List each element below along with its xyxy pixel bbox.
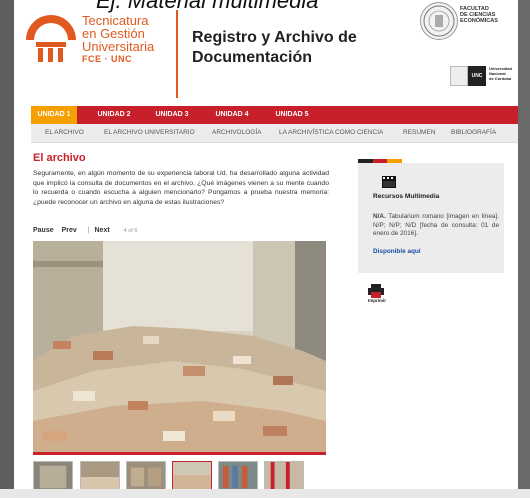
page: Ej. Material multimedia Tecnicatura en G… bbox=[14, 0, 518, 498]
photo-underline bbox=[33, 452, 326, 455]
subnav-el-archivo-universitario[interactable]: EL ARCHIVO UNIVERSITARIO bbox=[104, 124, 195, 142]
faculty-label: FACULTAD DE CIENCIAS ECONÓMICAS bbox=[460, 6, 498, 24]
unc-sub-line-3: de Córdoba bbox=[489, 76, 512, 81]
tab-unidad-1[interactable]: UNIDAD 1 bbox=[31, 106, 77, 124]
prev-button[interactable]: Prev bbox=[62, 227, 77, 234]
unc-logo: UNC Universidad Nacional de Córdoba bbox=[450, 66, 518, 86]
seal-icon bbox=[420, 2, 458, 40]
pause-button[interactable]: Pause bbox=[33, 227, 54, 234]
slide-counter: 4 of 6 bbox=[123, 228, 138, 234]
faculty-line-3: ECONÓMICAS bbox=[460, 18, 498, 24]
logo-text: Tecnicatura en Gestión Universitaria FCE… bbox=[82, 14, 154, 66]
tab-unidad-3[interactable]: UNIDAD 3 bbox=[149, 106, 195, 124]
multimedia-description: N/A. Tabularium romano [imagen en línea]… bbox=[373, 213, 499, 239]
disponible-link[interactable]: Disponible aquí bbox=[373, 248, 421, 255]
print-icon[interactable] bbox=[368, 284, 384, 298]
sub-nav: EL ARCHIVO EL ARCHIVO UNIVERSITARIO ARCH… bbox=[31, 124, 518, 143]
subnav-el-archivo[interactable]: EL ARCHIVO bbox=[45, 124, 84, 142]
right-edge-band bbox=[518, 0, 530, 498]
tab-unidad-4[interactable]: UNIDAD 4 bbox=[209, 106, 255, 124]
logo-line-3: Universitaria bbox=[82, 39, 155, 54]
intro-paragraph: Seguramente, en algún momento de su expe… bbox=[33, 170, 329, 206]
slideshow-controls: Pause Prev | Next 4 of 6 bbox=[33, 227, 137, 234]
print-label[interactable]: Imprimir bbox=[368, 298, 386, 303]
slide-caption: Ej. Material multimedia bbox=[96, 0, 319, 13]
description-text: Tabularium romano [imagen en línea]. N/P… bbox=[373, 213, 499, 238]
subnav-archivistica-como-ciencia[interactable]: LA ARCHIVÍSTICA COMO CIENCIA bbox=[279, 124, 383, 142]
left-edge-band bbox=[0, 0, 14, 498]
controls-separator: | bbox=[87, 227, 90, 234]
video-icon bbox=[382, 176, 396, 188]
tab-unidad-2[interactable]: UNIDAD 2 bbox=[91, 106, 137, 124]
unc-mark: UNC bbox=[468, 66, 486, 86]
logo-subtitle: FCE · UNC bbox=[82, 54, 132, 64]
subnav-bibliografia[interactable]: BIBLIOGRAFÍA bbox=[451, 124, 496, 142]
multimedia-title: Recursos Multimedia bbox=[373, 193, 440, 200]
description-lead: N/A. bbox=[373, 213, 386, 220]
logo-icon bbox=[26, 15, 76, 62]
archive-photo bbox=[33, 241, 326, 452]
unc-crest-icon bbox=[450, 66, 468, 86]
header-divider bbox=[176, 10, 178, 98]
subnav-archivologia[interactable]: ARCHIVOLOGÍA bbox=[212, 124, 261, 142]
next-button[interactable]: Next bbox=[95, 227, 110, 234]
page-heading: El archivo bbox=[33, 152, 86, 164]
site-title: Registro y Archivo de Documentación bbox=[192, 29, 357, 66]
main-nav: UNIDAD 1 UNIDAD 2 UNIDAD 3 UNIDAD 4 UNID… bbox=[31, 106, 518, 124]
bottom-edge-band bbox=[0, 489, 530, 498]
subnav-resumen[interactable]: RESUMEN bbox=[403, 124, 436, 142]
unc-subtitle: Universidad Nacional de Córdoba bbox=[486, 66, 512, 86]
tab-unidad-5[interactable]: UNIDAD 5 bbox=[269, 106, 315, 124]
